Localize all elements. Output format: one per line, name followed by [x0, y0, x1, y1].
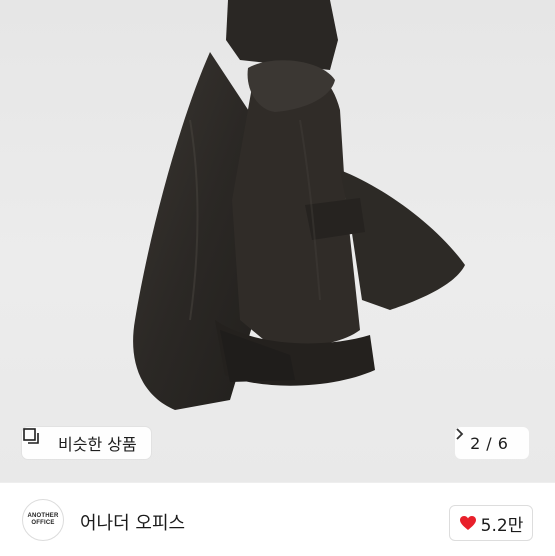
similar-items-button[interactable]: 비슷한 상품	[22, 427, 151, 459]
shop-name[interactable]: 어나더 오피스	[80, 509, 185, 535]
image-pager[interactable]: 2 / 6	[455, 427, 529, 459]
logo-line2: OFFICE	[31, 520, 55, 526]
similar-items-label: 비슷한 상품	[58, 435, 137, 454]
jacket-image	[133, 0, 465, 410]
shop-logo[interactable]: ANOTHER OFFICE	[22, 499, 64, 541]
heart-icon	[459, 515, 477, 531]
similar-items-icon	[23, 428, 52, 452]
product-photo[interactable]: 비슷한 상품 2 / 6	[0, 0, 555, 482]
like-count: 5.2만	[480, 515, 524, 536]
pager-separator: /	[486, 433, 492, 453]
pager-current: 2	[470, 433, 481, 453]
pager-total: 6	[497, 433, 508, 453]
like-button[interactable]: 5.2만	[449, 505, 533, 541]
logo-line1: ANOTHER	[27, 513, 59, 519]
